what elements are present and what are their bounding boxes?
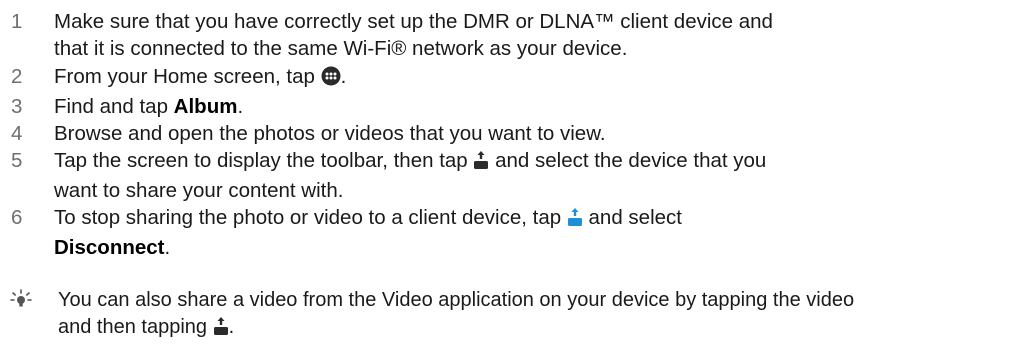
step-text-after: and select the device that you [489,149,767,172]
step-text-after: . [164,236,171,259]
step-text-before: Find and tap [54,95,174,118]
step-text: Make sure that you have correctly set up… [54,8,1020,62]
step-text-line: that it is connected to the same Wi-Fi® … [54,37,628,60]
step-6: 6 To stop sharing the photo or video to … [10,204,1020,261]
tip-text-line: You can also share a video from the Vide… [58,289,855,311]
step-text-line: Make sure that you have correctly set up… [54,10,773,33]
step-text: Tap the screen to display the toolbar, t… [54,147,1020,204]
step-number: 6 [11,206,23,229]
sharing-active-icon [567,207,583,234]
step-text-after: . [237,95,244,118]
step-text-before: From your Home screen, tap [54,65,321,88]
step-text-after: and select [582,206,682,229]
step-number: 2 [11,65,23,88]
step-text-after: . [340,65,347,88]
album-label: Album [173,95,238,118]
step-number: 1 [11,10,23,33]
tip-text-line: and then tapping . [58,314,1020,344]
step-text: From your Home screen, tap . [54,63,1020,93]
lightbulb-tip-icon [10,287,58,317]
step-text: Find and tap Album. [54,93,1020,120]
step-text-line: Disconnect. [54,234,1020,261]
step-text-line: Tap the screen to display the toolbar, t… [54,147,1020,177]
tip-text: You can also share a video from the Vide… [58,287,1020,344]
share-to-device-icon [473,150,489,177]
step-number: 3 [11,95,23,118]
tip-text-after: . [228,316,235,338]
step-text-before: Tap the screen to display the toolbar, t… [54,149,474,172]
share-to-device-icon [213,316,229,344]
tip-text-before: and then tapping [58,316,213,338]
step-number: 5 [11,149,23,172]
step-text-line: want to share your content with. [54,179,344,202]
step-text: Browse and open the photos or videos tha… [54,122,606,145]
step-text: To stop sharing the photo or video to a … [54,204,1020,261]
apps-grid-icon [321,66,341,93]
numbered-steps: 1 Make sure that you have correctly set … [10,8,1020,261]
step-text-before: To stop sharing the photo or video to a … [54,206,567,229]
step-3: 3 Find and tap Album. [10,93,1020,120]
step-text-line: To stop sharing the photo or video to a … [54,204,1020,234]
step-number: 4 [11,122,23,145]
tip-note: You can also share a video from the Vide… [10,287,1020,344]
step-4: 4 Browse and open the photos or videos t… [10,120,1020,147]
step-5: 5 Tap the screen to display the toolbar,… [10,147,1020,204]
disconnect-label: Disconnect [54,236,165,259]
step-2: 2 From your Home screen, tap . [10,63,1020,93]
step-1: 1 Make sure that you have correctly set … [10,8,1020,62]
